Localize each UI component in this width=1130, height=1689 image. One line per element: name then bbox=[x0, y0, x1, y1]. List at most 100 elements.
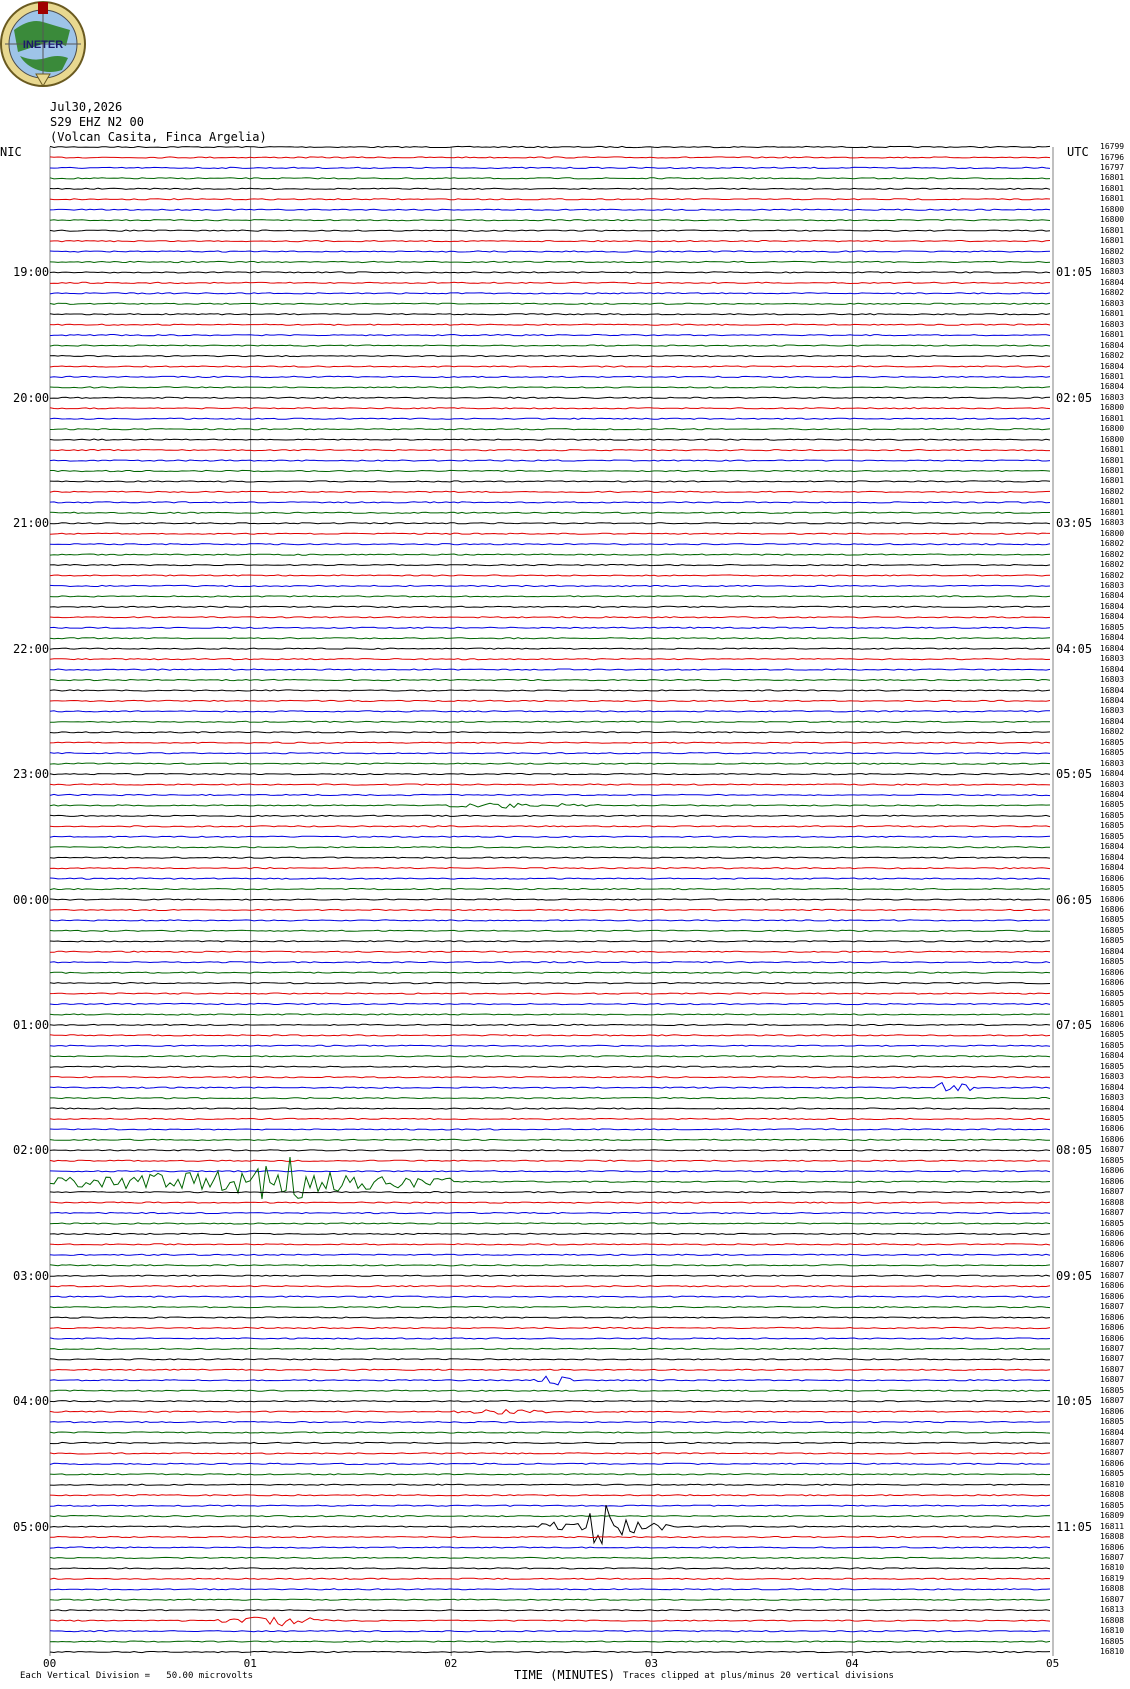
x-axis-title: TIME (MINUTES) bbox=[514, 1668, 616, 1682]
trace-line-134 bbox=[49, 1546, 1051, 1549]
trace-line-34 bbox=[49, 501, 1051, 504]
trace-line-6 bbox=[49, 208, 1051, 211]
trace-line-47 bbox=[49, 637, 1051, 640]
trace-line-10 bbox=[49, 250, 1051, 253]
trace-line-15 bbox=[49, 302, 1051, 305]
trace-line-112 bbox=[49, 1316, 1051, 1319]
trace-line-144 bbox=[49, 1650, 1051, 1654]
trace-line-31 bbox=[50, 469, 1051, 473]
trace-line-27 bbox=[49, 428, 1051, 431]
trace-line-25 bbox=[49, 407, 1051, 410]
trace-line-5 bbox=[49, 198, 1051, 201]
trace-line-82 bbox=[49, 1002, 1051, 1006]
trace-line-60 bbox=[49, 772, 1051, 776]
trace-line-9 bbox=[49, 239, 1051, 243]
trace-line-104 bbox=[49, 1232, 1051, 1236]
trace-line-121 bbox=[49, 1408, 1051, 1415]
trace-line-22 bbox=[49, 375, 1051, 379]
trace-line-143 bbox=[49, 1640, 1051, 1643]
trace-line-24 bbox=[49, 396, 1051, 399]
trace-line-33 bbox=[49, 490, 1051, 494]
trace-line-32 bbox=[49, 480, 1051, 483]
trace-line-45 bbox=[49, 616, 1051, 619]
trace-line-73 bbox=[49, 908, 1051, 912]
trace-line-62 bbox=[49, 793, 1051, 797]
trace-line-110 bbox=[49, 1295, 1051, 1298]
trace-line-12 bbox=[49, 271, 1051, 274]
trace-line-48 bbox=[49, 647, 1050, 650]
trace-line-79 bbox=[49, 971, 1051, 974]
trace-line-14 bbox=[49, 292, 1051, 295]
trace-line-107 bbox=[49, 1264, 1051, 1267]
trace-line-85 bbox=[49, 1034, 1051, 1037]
trace-line-26 bbox=[49, 417, 1051, 420]
trace-line-38 bbox=[49, 543, 1051, 546]
trace-line-133 bbox=[49, 1535, 1051, 1539]
trace-line-131 bbox=[49, 1514, 1051, 1518]
trace-line-18 bbox=[49, 333, 1051, 337]
trace-line-7 bbox=[49, 219, 1051, 222]
trace-line-84 bbox=[49, 1023, 1051, 1027]
trace-line-111 bbox=[49, 1305, 1051, 1309]
trace-line-61 bbox=[49, 783, 1051, 786]
trace-line-19 bbox=[49, 344, 1051, 347]
trace-line-140 bbox=[49, 1609, 1051, 1612]
trace-line-1 bbox=[49, 156, 1051, 159]
trace-line-77 bbox=[49, 950, 1051, 953]
trace-line-129 bbox=[49, 1494, 1051, 1497]
trace-line-16 bbox=[49, 313, 1051, 316]
trace-line-123 bbox=[49, 1431, 1051, 1434]
trace-line-68 bbox=[49, 856, 1051, 859]
trace-line-3 bbox=[49, 177, 1051, 180]
seismogram-plot bbox=[49, 145, 1054, 1656]
trace-line-57 bbox=[49, 741, 1051, 744]
trace-line-86 bbox=[49, 1044, 1051, 1047]
trace-line-42 bbox=[49, 584, 1051, 588]
trace-line-127 bbox=[49, 1473, 1051, 1476]
trace-line-58 bbox=[49, 752, 1051, 755]
trace-line-113 bbox=[49, 1326, 1051, 1330]
trace-line-81 bbox=[49, 992, 1051, 995]
trace-line-122 bbox=[49, 1420, 1051, 1424]
trace-line-76 bbox=[49, 940, 1051, 943]
trace-line-95 bbox=[49, 1138, 1051, 1142]
trace-line-88 bbox=[49, 1065, 1051, 1068]
trace-line-116 bbox=[49, 1358, 1051, 1361]
trace-line-49 bbox=[49, 657, 1051, 661]
clip-note: Traces clipped at plus/minus 20 vertical… bbox=[623, 1671, 894, 1681]
trace-line-138 bbox=[49, 1588, 1051, 1591]
trace-line-8 bbox=[49, 229, 1051, 232]
trace-line-106 bbox=[49, 1253, 1051, 1256]
trace-line-36 bbox=[49, 522, 1051, 525]
trace-line-0 bbox=[49, 145, 1051, 149]
trace-line-56 bbox=[49, 731, 1051, 734]
trace-line-69 bbox=[49, 866, 1051, 870]
trace-line-101 bbox=[49, 1201, 1051, 1204]
trace-line-89 bbox=[49, 1076, 1051, 1079]
trace-line-115 bbox=[49, 1347, 1051, 1351]
trace-line-96 bbox=[49, 1149, 1051, 1152]
trace-line-72 bbox=[49, 898, 1051, 901]
trace-line-119 bbox=[49, 1389, 1051, 1392]
trace-line-142 bbox=[49, 1629, 1051, 1633]
scale-note: Each Vertical Division = 50.00 microvolt… bbox=[20, 1671, 253, 1681]
trace-line-118 bbox=[49, 1375, 1051, 1386]
trace-line-39 bbox=[49, 553, 1051, 556]
trace-line-94 bbox=[49, 1128, 1051, 1131]
trace-line-92 bbox=[49, 1107, 1051, 1110]
trace-line-93 bbox=[49, 1117, 1051, 1121]
trace-line-41 bbox=[49, 574, 1051, 577]
trace-line-91 bbox=[50, 1096, 1051, 1100]
trace-line-28 bbox=[49, 438, 1051, 441]
trace-line-126 bbox=[49, 1462, 1051, 1466]
trace-line-80 bbox=[49, 981, 1051, 985]
trace-line-30 bbox=[49, 459, 1051, 462]
trace-line-37 bbox=[49, 532, 1051, 535]
trace-line-109 bbox=[49, 1285, 1051, 1288]
trace-line-98 bbox=[49, 1170, 1051, 1173]
trace-line-4 bbox=[49, 187, 1051, 190]
trace-line-124 bbox=[49, 1441, 1051, 1445]
trace-line-139 bbox=[49, 1598, 1051, 1601]
trace-line-130 bbox=[49, 1504, 1051, 1507]
trace-line-117 bbox=[50, 1368, 1051, 1371]
